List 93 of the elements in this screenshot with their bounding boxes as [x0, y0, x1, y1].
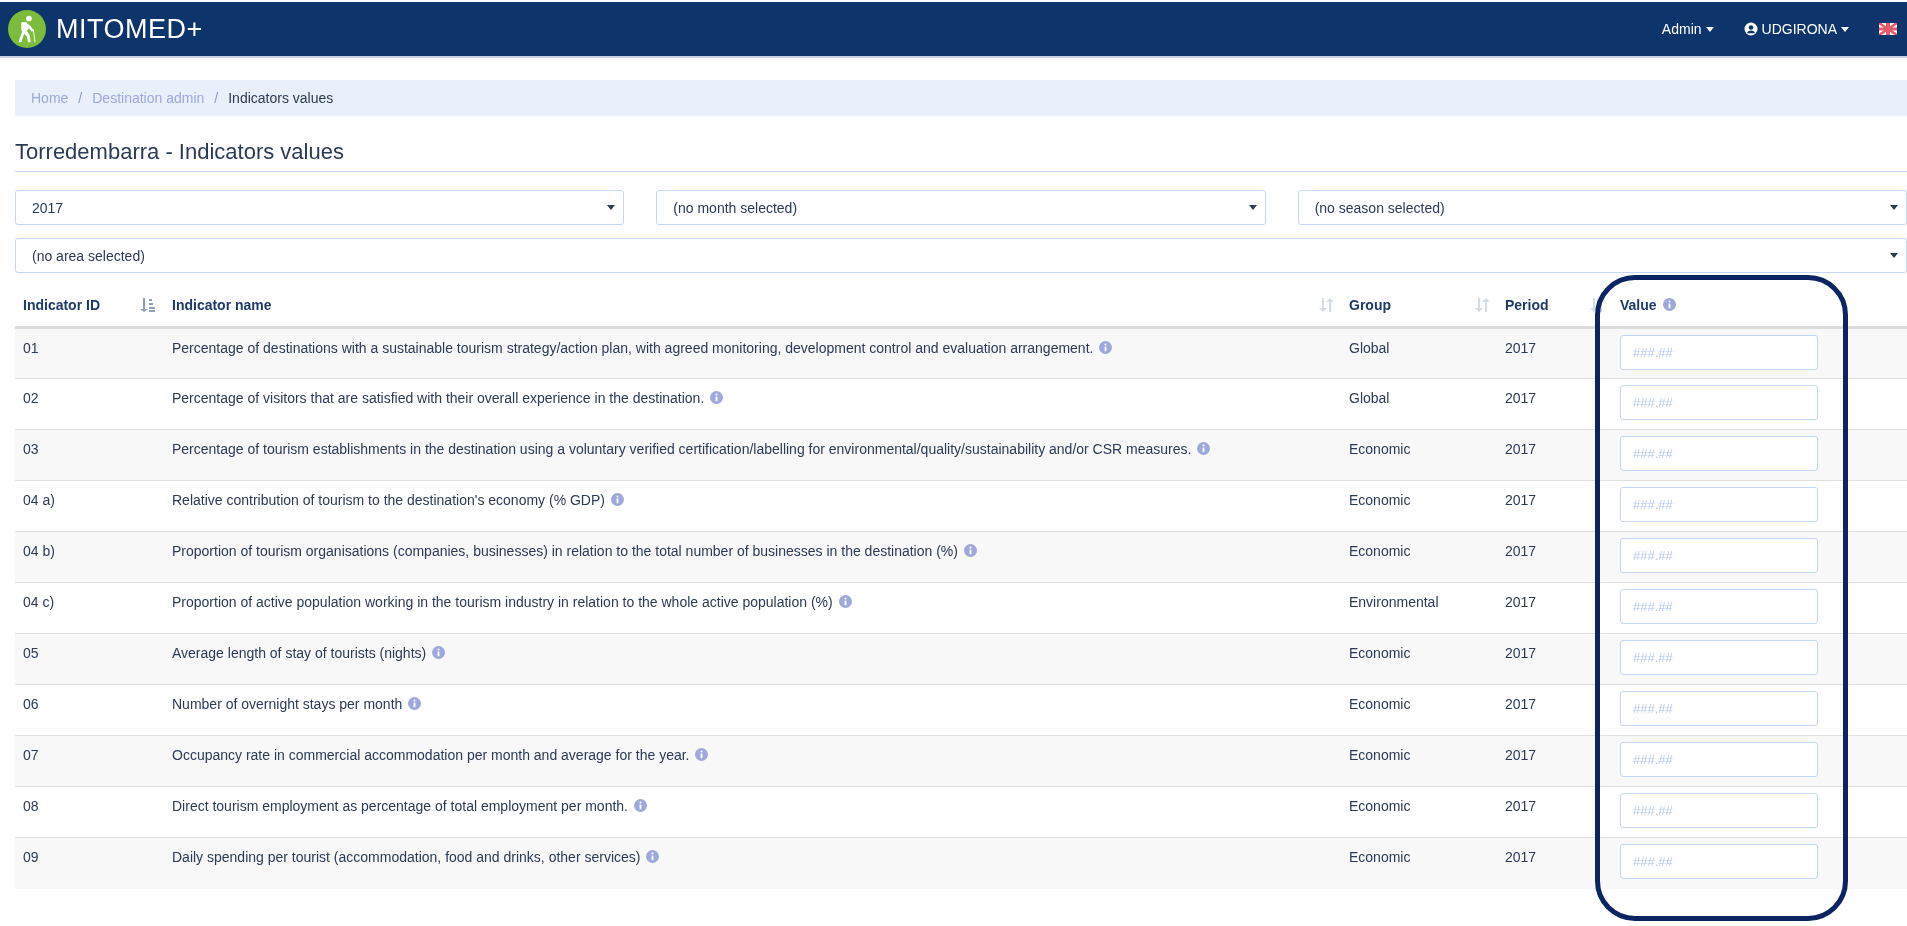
- table-cell: 2017: [1505, 441, 1537, 457]
- table-cell: 09: [23, 849, 39, 865]
- table-cell: Economic: [1349, 849, 1411, 865]
- column-header[interactable]: Group: [1349, 296, 1391, 313]
- hiker-logo-icon: [8, 10, 46, 48]
- flag-icon[interactable]: [1879, 23, 1897, 35]
- value-input[interactable]: ###.##: [1620, 538, 1818, 573]
- table-cell: Global: [1349, 340, 1390, 356]
- table-cell: Economic: [1349, 798, 1411, 814]
- table-cell: 08: [23, 798, 39, 814]
- indicator-name: Occupancy rate in commercial accommodation per month and average for the year.: [172, 747, 690, 763]
- user-menu[interactable]: UDGIRONA: [1743, 21, 1849, 37]
- column-header[interactable]: Indicator name: [172, 296, 272, 313]
- indicator-name: Average length of stay of tourists (nights): [172, 645, 427, 661]
- info-icon: [1662, 297, 1676, 311]
- info-icon: [1099, 341, 1113, 354]
- table-cell: Economic: [1349, 747, 1411, 763]
- table-cell: 2017: [1505, 696, 1537, 712]
- table-cell: 2017: [1505, 747, 1537, 763]
- table-cell: 2017: [1505, 594, 1537, 610]
- info-icon: [695, 748, 709, 761]
- table-cell: 2017: [1505, 645, 1537, 661]
- table-cell: Economic: [1349, 543, 1411, 559]
- indicator-name: Proportion of active population working in the tourism industry in relation to the whole active population (%): [172, 594, 833, 610]
- value-input[interactable]: ###.##: [1620, 742, 1818, 777]
- filter-dropdown[interactable]: (no season selected): [1297, 190, 1907, 225]
- info-icon: [611, 493, 624, 506]
- table-cell: 01: [23, 340, 39, 356]
- table-cell: Global: [1349, 390, 1390, 406]
- admin-menu[interactable]: Admin: [1661, 21, 1714, 37]
- value-input[interactable]: ###.##: [1620, 793, 1818, 828]
- column-header[interactable]: Period: [1505, 296, 1549, 313]
- indicator-name: Relative contribution of tourism to the destination's economy (% GDP): [172, 492, 605, 508]
- breadcrumb-separator: /: [77, 90, 84, 106]
- table-cell: 07: [23, 747, 39, 763]
- info-icon: [838, 595, 852, 608]
- value-input[interactable]: ###.##: [1620, 487, 1818, 522]
- caret-icon: [1841, 26, 1849, 32]
- value-input[interactable]: ###.##: [1620, 335, 1818, 370]
- table-cell: 04 c): [23, 594, 55, 610]
- indicator-name: Proportion of tourism organisations (companies, businesses) in relation to the total number of businesses in the destination (%): [172, 543, 958, 559]
- info-icon: [646, 850, 660, 863]
- caret-icon: [1248, 205, 1257, 210]
- table-cell: Economic: [1349, 696, 1411, 712]
- table-cell: 2017: [1505, 798, 1537, 814]
- table-cell: 05: [23, 645, 39, 661]
- page-title: Torredembarra - Indicators values: [15, 139, 1907, 172]
- value-input[interactable]: ###.##: [1620, 589, 1818, 624]
- indicator-name: Percentage of destinations with a sustainable tourism strategy/action plan, with agreed monitoring, development control and evaluation arrangement.: [172, 340, 1094, 356]
- table-cell: 06: [23, 696, 39, 712]
- info-icon: [710, 391, 724, 404]
- info-icon: [432, 646, 446, 659]
- filter-dropdown[interactable]: 2017: [15, 190, 625, 225]
- indicator-name: Direct tourism employment as percentage of total employment per month.: [172, 798, 628, 814]
- value-input[interactable]: ###.##: [1620, 385, 1818, 420]
- breadcrumb-separator: /: [213, 90, 220, 106]
- table-cell: 2017: [1505, 390, 1537, 406]
- table-cell: 2017: [1505, 492, 1537, 508]
- table-cell: 2017: [1505, 849, 1537, 865]
- caret-icon: [1890, 253, 1898, 258]
- info-icon: [634, 799, 647, 812]
- info-icon: [963, 544, 977, 557]
- table-cell: 04 b): [23, 543, 55, 559]
- indicator-name: Daily spending per tourist (accommodation, food and drinks, other services): [172, 849, 641, 865]
- value-input[interactable]: ###.##: [1620, 436, 1818, 471]
- area-dropdown[interactable]: (no area selected): [15, 238, 1907, 273]
- info-icon: [1197, 442, 1211, 455]
- user-icon: [1743, 22, 1758, 36]
- table-cell: Economic: [1349, 441, 1411, 457]
- table-cell: 04 a): [23, 492, 55, 508]
- table-cell: 03: [23, 441, 39, 457]
- column-header[interactable]: Indicator ID: [23, 296, 100, 313]
- table-cell: Economic: [1349, 645, 1411, 661]
- filter-dropdown[interactable]: (no month selected): [656, 190, 1266, 225]
- caret-icon: [1890, 205, 1898, 210]
- indicator-name: Number of overnight stays per month: [172, 696, 403, 712]
- value-input[interactable]: ###.##: [1620, 640, 1818, 675]
- caret-icon: [1705, 26, 1714, 32]
- table-cell: Environmental: [1349, 594, 1439, 610]
- table-cell: 02: [23, 390, 39, 406]
- value-input[interactable]: ###.##: [1620, 691, 1818, 726]
- column-header[interactable]: Value: [1620, 296, 1676, 313]
- value-input[interactable]: ###.##: [1620, 844, 1818, 879]
- table-cell: 2017: [1505, 340, 1537, 356]
- breadcrumb-link[interactable]: Indicators values: [228, 90, 334, 106]
- caret-icon: [607, 205, 616, 210]
- brand-name[interactable]: MITOMED+: [56, 13, 203, 45]
- info-icon: [408, 697, 422, 710]
- sort-icon[interactable]: [1590, 297, 1604, 312]
- table-cell: Economic: [1349, 492, 1411, 508]
- indicator-name: Percentage of tourism establishments in the destination using a voluntary verified certification/labelling for environmental/quality/sustainability and/or CSR measures.: [172, 441, 1192, 457]
- indicator-name: Percentage of visitors that are satisfied with their overall experience in the destination.: [172, 390, 705, 406]
- table-cell: 2017: [1505, 543, 1537, 559]
